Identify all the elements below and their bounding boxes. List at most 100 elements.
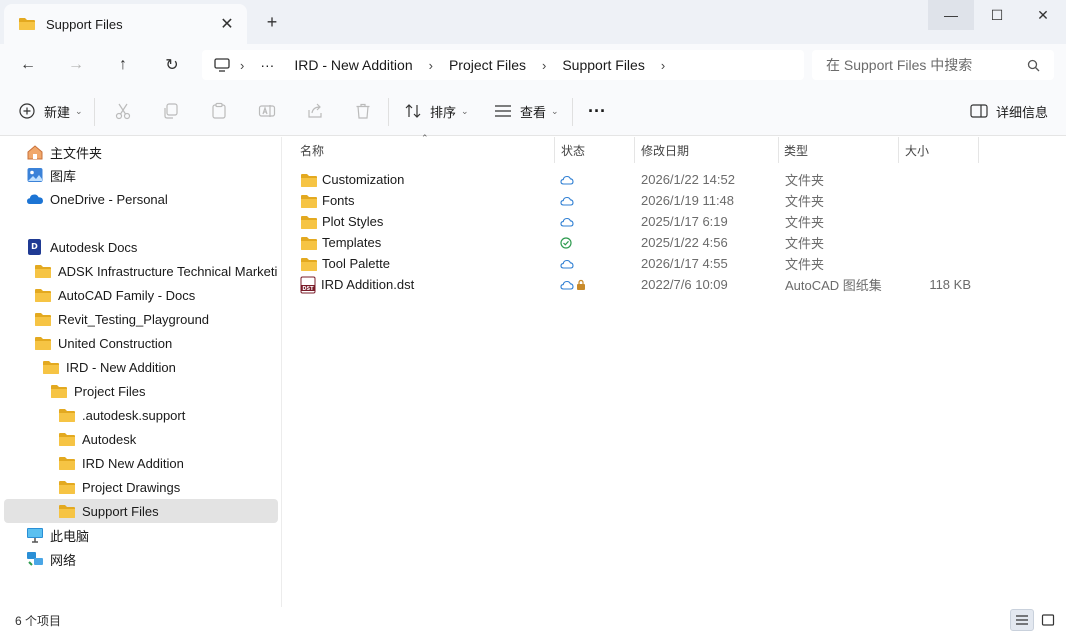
file-name-cell[interactable]: Tool Palette <box>300 253 390 274</box>
back-button[interactable]: ← <box>15 53 41 77</box>
breadcrumb-more[interactable]: ··· <box>260 57 274 73</box>
file-row[interactable]: Fonts 2026/1/19 11:48 文件夹 <box>283 190 1066 211</box>
more-options-button[interactable]: ··· <box>588 99 606 123</box>
divider <box>388 98 389 126</box>
breadcrumb-separator[interactable]: › <box>429 58 433 73</box>
file-row[interactable]: Plot Styles 2025/1/17 6:19 文件夹 <box>283 211 1066 232</box>
details-pane-button[interactable]: 详细信息 <box>970 99 1048 123</box>
sidebar-tree-item[interactable]: Autodesk <box>58 427 278 451</box>
file-row[interactable]: DST IRD Addition.dst 2022/7/6 10:09 AutoCAD… <box>283 274 1066 295</box>
refresh-button[interactable]: ↻ <box>159 53 185 77</box>
status-bar: 6 个项目 <box>0 607 1066 634</box>
file-list: ⌃ 名称 状态 修改日期 类型 大小 Customization 2026/1/2… <box>283 133 1066 607</box>
file-name-cell[interactable]: Customization <box>300 169 404 190</box>
sort-button[interactable]: 排序 ⌄ <box>404 99 469 123</box>
column-divider[interactable] <box>898 137 899 163</box>
column-header-type[interactable]: 类型 <box>784 137 808 163</box>
file-status-cell <box>560 274 586 295</box>
cloud-status-icon <box>560 217 574 227</box>
file-row[interactable]: Templates 2025/1/22 4:56 文件夹 <box>283 232 1066 253</box>
file-name-cell[interactable]: Fonts <box>300 190 355 211</box>
sidebar-item-network[interactable]: 网络 <box>26 547 276 571</box>
paste-button[interactable] <box>210 99 228 123</box>
folder-icon <box>59 505 75 518</box>
tab-support-files[interactable]: Support Files ✕ <box>4 4 247 44</box>
file-row[interactable]: Customization 2026/1/22 14:52 文件夹 <box>283 169 1066 190</box>
breadcrumb-separator[interactable]: › <box>542 58 546 73</box>
view-list-icon <box>494 102 512 120</box>
sidebar-item-label: IRD - New Addition <box>66 359 176 375</box>
file-name-cell[interactable]: Plot Styles <box>300 211 383 232</box>
sidebar-item-label: Project Drawings <box>82 479 181 495</box>
minimize-button[interactable]: — <box>928 0 974 30</box>
sidebar-tree-item[interactable]: Revit_Testing_Playground <box>34 307 278 331</box>
cloud-status-icon <box>560 259 574 269</box>
file-status-cell <box>560 232 572 253</box>
search-input[interactable]: 在 Support Files 中搜索 <box>812 50 1054 80</box>
column-header-name[interactable]: 名称 <box>300 137 324 163</box>
maximize-button[interactable]: ☐ <box>974 0 1020 30</box>
new-tab-button[interactable]: + <box>262 12 282 32</box>
sidebar-item-label: United Construction <box>58 335 173 351</box>
sidebar-item-label: 主文件夹 <box>50 145 103 161</box>
item-count: 6 个项目 <box>15 614 62 628</box>
column-header-status[interactable]: 状态 <box>561 137 585 163</box>
sidebar-tree-item[interactable]: AutoCAD Family - Docs <box>34 283 278 307</box>
sort-label: 排序 <box>430 104 457 120</box>
sidebar-tree-item[interactable]: Support Files <box>4 499 278 523</box>
column-divider[interactable] <box>778 137 779 163</box>
details-view-button[interactable] <box>1010 609 1034 631</box>
search-icon[interactable] <box>1027 59 1040 72</box>
breadcrumb-separator[interactable]: › <box>661 58 665 73</box>
sidebar-item-gallery[interactable]: 图库 <box>26 163 276 187</box>
sidebar-tree-item[interactable]: .autodesk.support <box>58 403 278 427</box>
sidebar-item-label: OneDrive - Personal <box>50 191 168 207</box>
forward-button[interactable]: → <box>63 53 89 77</box>
cut-button[interactable] <box>114 99 132 123</box>
sidebar-item-this-pc[interactable]: 此电脑 <box>26 523 276 547</box>
sidebar-item-onedrive[interactable]: OneDrive - Personal <box>26 187 276 211</box>
column-header-modified[interactable]: 修改日期 <box>641 137 689 163</box>
view-button[interactable]: 查看 ⌄ <box>494 99 559 123</box>
file-name-cell[interactable]: DST IRD Addition.dst <box>300 274 414 295</box>
breadcrumb-project-files[interactable]: Project Files <box>449 57 526 73</box>
address-bar[interactable]: › ··· IRD - New Addition › Project Files… <box>202 50 804 80</box>
sidebar-tree-item[interactable]: ADSK Infrastructure Technical Marketing <box>34 259 278 283</box>
sidebar-tree-item[interactable]: Project Files <box>50 379 278 403</box>
synced-check-icon <box>560 236 572 249</box>
file-modified: 2025/1/17 6:19 <box>641 214 728 229</box>
column-divider[interactable] <box>554 137 555 163</box>
monitor-icon <box>214 58 230 72</box>
divider <box>94 98 95 126</box>
breadcrumb-ird-new-addition[interactable]: IRD - New Addition <box>294 57 412 73</box>
sidebar-tree-item[interactable]: IRD - New Addition <box>42 355 278 379</box>
column-divider[interactable] <box>634 137 635 163</box>
sidebar-item-autodesk-docs[interactable]: D Autodesk Docs <box>26 235 276 259</box>
copy-button[interactable] <box>162 99 180 123</box>
view-label: 查看 <box>520 104 547 120</box>
up-button[interactable]: ↑ <box>110 53 136 77</box>
share-button[interactable] <box>306 99 324 123</box>
sidebar-tree-item[interactable]: Project Drawings <box>58 475 278 499</box>
tiles-view-button[interactable] <box>1036 609 1060 631</box>
file-modified: 2026/1/17 4:55 <box>641 256 728 271</box>
rename-button[interactable] <box>258 99 276 123</box>
plus-circle-icon <box>18 102 36 120</box>
sidebar-tree-item[interactable]: IRD New Addition <box>58 451 278 475</box>
file-name-cell[interactable]: Templates <box>300 232 381 253</box>
sidebar-item-label: .autodesk.support <box>82 407 186 423</box>
close-window-button[interactable]: ✕ <box>1020 0 1066 30</box>
clipboard-icon <box>212 102 226 119</box>
column-divider[interactable] <box>978 137 979 163</box>
file-type: 文件夹 <box>785 236 825 251</box>
delete-button[interactable] <box>354 99 372 123</box>
file-row[interactable]: Tool Palette 2026/1/17 4:55 文件夹 <box>283 253 1066 274</box>
column-header-size[interactable]: 大小 <box>905 137 929 163</box>
new-button[interactable]: 新建 ⌄ <box>18 99 83 123</box>
sidebar-tree-item[interactable]: United Construction <box>34 331 278 355</box>
file-status-cell <box>560 169 574 190</box>
breadcrumb-support-files[interactable]: Support Files <box>562 57 644 73</box>
file-name: Fonts <box>322 193 355 208</box>
sidebar-item-home[interactable]: 主文件夹 <box>26 140 276 164</box>
close-tab-icon[interactable]: ✕ <box>217 14 237 34</box>
